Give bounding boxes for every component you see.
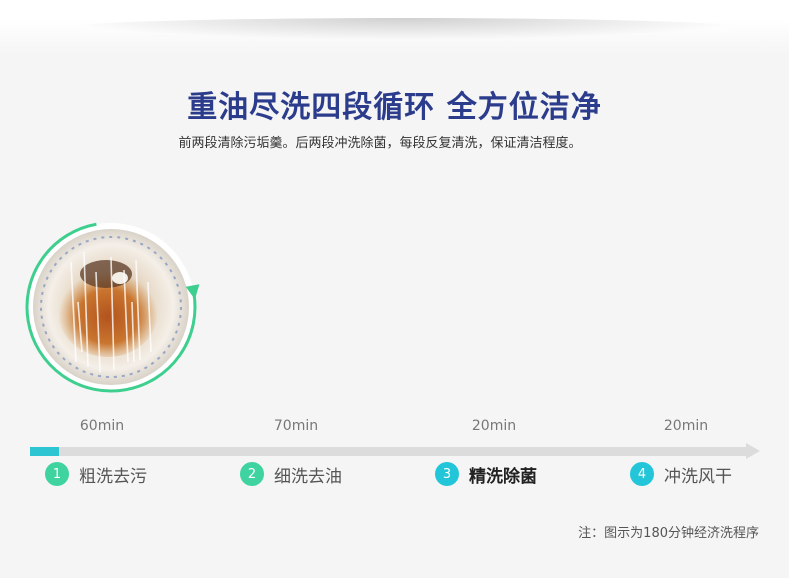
progress-track xyxy=(30,447,746,456)
food-residue-highlight xyxy=(112,272,128,284)
stage-label: 精洗除菌 xyxy=(469,466,537,487)
stage-label: 粗洗去污 xyxy=(79,466,147,487)
stage-durations: 60min 70min 20min 20min xyxy=(0,418,789,438)
program-note: 注：图示为180分钟经济洗程序 xyxy=(578,526,759,541)
stage-number-badge: 3 xyxy=(435,462,459,486)
dirty-bowl-illustration xyxy=(16,212,206,402)
stage-number-badge: 1 xyxy=(45,462,69,486)
stage-item-1: 1 粗洗去污 xyxy=(45,461,147,487)
progress-fill xyxy=(30,447,59,456)
stage-item-3: 3 精洗除菌 xyxy=(435,461,537,487)
track-arrow-icon xyxy=(746,443,760,459)
duration-stage-1: 60min xyxy=(79,418,125,434)
bowl-cycle-graphic xyxy=(25,222,200,393)
duration-stage-4: 20min xyxy=(663,418,709,434)
stage-item-2: 2 细洗去油 xyxy=(240,461,342,487)
stage-number-badge: 2 xyxy=(240,462,264,486)
page-subtitle: 前两段清除污垢羹。后两段冲洗除菌，每段反复清洗，保证清洁程度。 xyxy=(178,136,582,151)
top-shadow-divider xyxy=(0,0,789,55)
page-title: 重油尽洗四段循环 全方位洁净 xyxy=(187,90,602,125)
duration-stage-3: 20min xyxy=(471,418,517,434)
stage-item-4: 4 冲洗风干 xyxy=(630,461,732,487)
stage-number-badge: 4 xyxy=(630,462,654,486)
stage-label: 冲洗风干 xyxy=(664,466,732,487)
stage-label: 细洗去油 xyxy=(274,466,342,487)
duration-stage-2: 70min xyxy=(273,418,319,434)
